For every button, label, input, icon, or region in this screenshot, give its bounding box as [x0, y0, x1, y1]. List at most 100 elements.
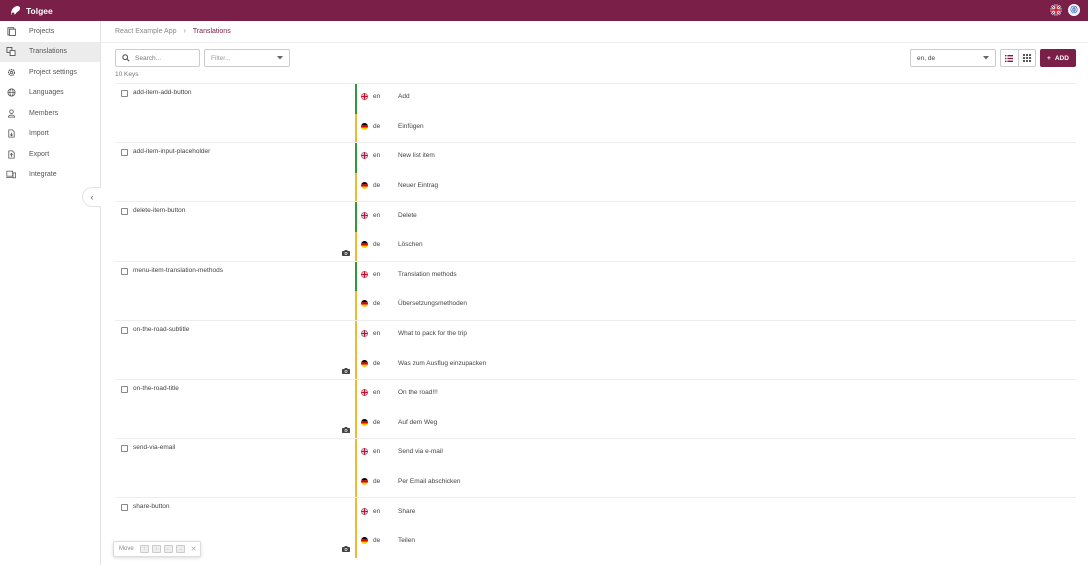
sidebar-item-members[interactable]: Members [0, 103, 100, 124]
user-avatar[interactable]: ⓪ [1068, 4, 1080, 16]
translation-text[interactable]: Was zum Ausflug einzupacken [398, 360, 486, 367]
table-row[interactable]: add-item-input-placeholder en New list ite… [115, 142, 1076, 203]
breadcrumb-current[interactable]: Translations [193, 28, 231, 35]
translation-cell-en[interactable]: en Delete [361, 202, 417, 232]
translation-cell-en[interactable]: en Add [361, 84, 410, 114]
row-checkbox[interactable] [121, 208, 128, 216]
language-select[interactable]: en, de [910, 49, 996, 67]
translation-cell-en[interactable]: en Translation methods [361, 262, 457, 292]
translation-cell-en[interactable]: en What to pack for the trip [361, 321, 467, 351]
tolgee-logo-icon[interactable] [9, 4, 22, 17]
language-code: de [373, 122, 381, 130]
row-checkbox[interactable] [121, 267, 128, 275]
translation-cell-de[interactable]: de Per Email abschicken [361, 469, 461, 499]
table-row[interactable]: share-button en Share de Teilen [115, 497, 1076, 558]
top-bar: Tolgee ⓪ [0, 0, 1088, 21]
translation-text[interactable]: Auf dem Weg [398, 419, 437, 426]
key-name[interactable]: on-the-road-subtitle [133, 326, 189, 333]
sidebar-item-export[interactable]: Export [0, 144, 100, 165]
filter-select[interactable]: Filter... [204, 49, 290, 67]
row-checkbox[interactable] [121, 149, 128, 157]
sidebar-item-import[interactable]: Import [0, 124, 100, 145]
app-title[interactable]: Tolgee [26, 6, 53, 16]
row-checkbox[interactable] [121, 90, 128, 97]
main-content: React Example App › Translations Filter.… [101, 21, 1088, 565]
row-checkbox[interactable] [121, 326, 128, 334]
translation-cell-de[interactable]: de Was zum Ausflug einzupacken [361, 350, 486, 380]
breadcrumb: React Example App › Translations [115, 28, 231, 35]
table-row[interactable]: send-via-email en Send via e-mail de Per Ema… [115, 438, 1076, 499]
translation-cell-en[interactable]: en Send via e-mail [361, 439, 443, 469]
breadcrumb-project-link[interactable]: React Example App [115, 28, 176, 35]
translation-cell-en[interactable]: en Share [361, 498, 415, 528]
translation-text[interactable]: Translation methods [398, 271, 457, 278]
de-state-bar [355, 409, 357, 440]
row-checkbox[interactable] [121, 504, 128, 512]
sidebar-collapse-button[interactable]: ‹ [82, 187, 101, 207]
flag-en-icon [361, 389, 368, 397]
search-input[interactable] [135, 54, 195, 62]
language-switcher-flag-icon[interactable] [1050, 4, 1062, 16]
key-name[interactable]: on-the-road-title [133, 385, 179, 392]
translation-text[interactable]: Add [398, 93, 410, 100]
search-field[interactable] [115, 49, 200, 67]
sidebar-item-label: Translations [29, 48, 67, 56]
sidebar-item-languages[interactable]: Languages [0, 83, 100, 104]
key-name[interactable]: send-via-email [133, 444, 175, 451]
camera-icon[interactable] [342, 545, 350, 552]
translation-cell-de[interactable]: de Teilen [361, 528, 415, 558]
en-state-bar [355, 143, 357, 173]
translation-cell-de[interactable]: de Einfügen [361, 114, 424, 144]
translation-text[interactable]: Send via e-mail [398, 448, 443, 455]
camera-icon[interactable] [342, 249, 350, 256]
translation-text[interactable]: Share [398, 508, 415, 515]
table-row[interactable]: add-item-add-button en Add de Einfügen [115, 83, 1076, 144]
grid-view-button[interactable] [1019, 50, 1036, 66]
language-code: de [373, 300, 381, 308]
key-name[interactable]: share-button [133, 503, 170, 510]
sidebar-item-label: Languages [29, 89, 64, 97]
translation-cell-de[interactable]: de Neuer Eintrag [361, 173, 438, 203]
sidebar-item-integrate[interactable]: Integrate [0, 165, 100, 186]
translation-text[interactable]: Teilen [398, 537, 415, 544]
en-state-bar [355, 498, 357, 528]
breadcrumb-separator: › [183, 28, 186, 35]
sidebar-item-projects[interactable]: Projects [0, 21, 100, 42]
translation-text[interactable]: Übersetzungsmethoden [398, 300, 467, 307]
translation-cell-en[interactable]: en On the road!!! [361, 380, 438, 410]
de-state-bar [355, 468, 357, 499]
row-checkbox[interactable] [121, 385, 128, 393]
table-row[interactable]: on-the-road-title en On the road!!! de Auf d… [115, 378, 1076, 440]
camera-icon[interactable] [342, 427, 350, 434]
add-key-button[interactable]: + ADD [1040, 49, 1076, 67]
person-icon [6, 108, 16, 118]
sidebar-item-project-settings[interactable]: Project settings [0, 62, 100, 83]
translation-cell-de[interactable]: de Auf dem Weg [361, 410, 437, 440]
translation-text[interactable]: Neuer Eintrag [398, 182, 438, 189]
key-name[interactable]: add-item-add-button [133, 89, 192, 96]
integrate-icon [6, 170, 16, 180]
close-icon[interactable]: ✕ [191, 545, 197, 553]
row-checkbox[interactable] [121, 445, 128, 453]
camera-icon[interactable] [342, 367, 350, 374]
translation-cell-de[interactable]: de Löschen [361, 232, 423, 262]
sidebar-item-translations[interactable]: Translations [0, 41, 100, 62]
key-name[interactable]: delete-item-button [133, 207, 185, 214]
translation-text[interactable]: On the road!!! [398, 389, 438, 396]
language-code: de [373, 182, 381, 190]
translation-cell-de[interactable]: de Übersetzungsmethoden [361, 291, 467, 321]
flag-en-icon [361, 152, 368, 160]
translation-text[interactable]: What to pack for the trip [398, 330, 467, 337]
translation-cell-en[interactable]: en New list item [361, 143, 435, 173]
translation-text[interactable]: Delete [398, 212, 417, 219]
key-name[interactable]: menu-item-translation-methods [133, 267, 223, 274]
translation-text[interactable]: Löschen [398, 241, 423, 248]
table-row[interactable]: delete-item-button en Delete de Löschen [115, 201, 1076, 262]
table-row[interactable]: menu-item-translation-methods en Translati… [115, 260, 1076, 321]
table-row[interactable]: on-the-road-subtitle en What to pack for t… [115, 319, 1076, 380]
translation-text[interactable]: New list item [398, 152, 435, 159]
translation-text[interactable]: Einfügen [398, 123, 424, 130]
key-name[interactable]: add-item-input-placeholder [133, 148, 210, 155]
list-view-button[interactable] [1001, 50, 1019, 66]
translation-text[interactable]: Per Email abschicken [398, 478, 461, 485]
